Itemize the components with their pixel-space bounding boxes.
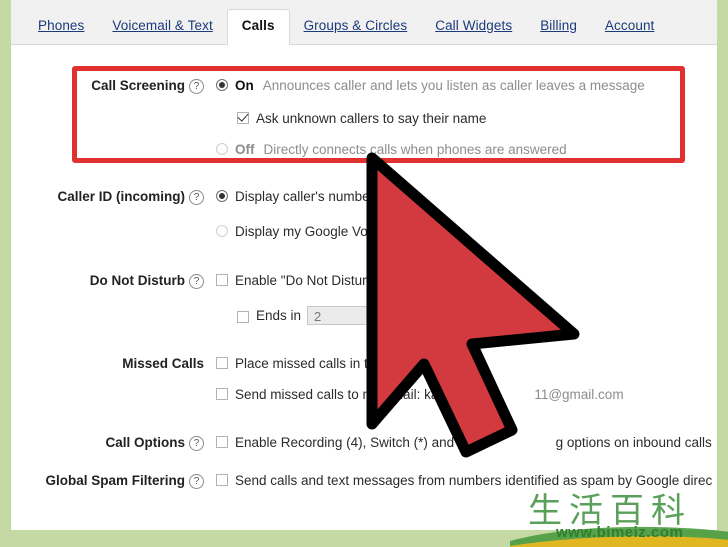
row-dnd-ends-in: Ends in 2: [11, 306, 717, 325]
label-call-options: Call Options?: [11, 434, 216, 451]
checkbox-ask-unknown-callers[interactable]: [237, 112, 249, 124]
ctrl-do-not-disturb: Enable "Do Not Disturb": [216, 272, 717, 289]
label-call-screening-text: Call Screening: [91, 78, 185, 93]
ctrl-dnd-ends-in: Ends in 2: [216, 306, 717, 325]
ctrl-call-options: Enable Recording (4), Switch (*) and C g…: [216, 434, 717, 451]
label-call-options-text: Call Options: [105, 435, 185, 450]
checkbox-enable-dnd[interactable]: [216, 274, 228, 286]
row-call-screening: Call Screening? On Announces caller and …: [11, 77, 717, 94]
ctrl-missed-calls-email: Send missed calls to my email: ka 11@gma…: [216, 386, 717, 403]
calls-settings-form: Call Screening? On Announces caller and …: [11, 45, 717, 530]
option-caller-id-number[interactable]: Display caller's number: [216, 188, 717, 205]
option-dnd-ends-in-label: Ends in: [256, 308, 302, 323]
checkbox-place-missed-inbox[interactable]: [216, 357, 228, 369]
ctrl-screening-off: Off Directly connects calls when phones …: [216, 141, 717, 158]
option-enable-dnd[interactable]: Enable "Do Not Disturb": [216, 272, 717, 289]
row-missed-calls-email: Send missed calls to my email: ka 11@gma…: [11, 386, 717, 403]
option-screening-off[interactable]: Off Directly connects calls when phones …: [216, 141, 717, 158]
help-icon-caller-id[interactable]: ?: [189, 190, 204, 205]
option-enable-recording-label-tail: g options on inbound calls: [555, 435, 712, 450]
option-screening-off-label: Off: [235, 142, 255, 157]
option-screening-on-label: On: [235, 78, 254, 93]
row-caller-id-gv: Display my Google Voice number: [11, 223, 717, 240]
option-screening-on-desc: Announces caller and lets you listen as …: [262, 78, 645, 93]
row-do-not-disturb: Do Not Disturb? Enable "Do Not Disturb": [11, 272, 717, 289]
option-send-missed-email-address: 11@gmail.com: [534, 387, 624, 402]
tab-voicemail-text[interactable]: Voicemail & Text: [98, 18, 226, 45]
option-screening-off-desc: Directly connects calls when phones are …: [263, 142, 567, 157]
tab-phones[interactable]: Phones: [24, 18, 98, 45]
radio-caller-id-gv[interactable]: [216, 225, 228, 237]
settings-tab-bar: Phones Voicemail & Text Calls Groups & C…: [11, 0, 717, 46]
option-ask-unknown-callers-label: Ask unknown callers to say their name: [256, 111, 487, 126]
label-call-screening: Call Screening?: [11, 77, 216, 94]
option-caller-id-gv-label: Display my Google Voice number: [235, 224, 435, 239]
tab-account[interactable]: Account: [591, 18, 668, 45]
label-global-spam-filtering: Global Spam Filtering?: [11, 472, 216, 489]
label-missed-calls-text: Missed Calls: [122, 356, 204, 371]
label-global-spam-filtering-text: Global Spam Filtering: [45, 473, 185, 488]
help-icon-call-screening[interactable]: ?: [189, 79, 204, 94]
screenshot-root: Phones Voicemail & Text Calls Groups & C…: [0, 0, 728, 547]
row-caller-id: Caller ID (incoming)? Display caller's n…: [11, 188, 717, 205]
ctrl-global-spam-filtering: Send calls and text messages from number…: [216, 472, 717, 489]
option-send-missed-email-label: Send missed calls to my email: ka: [235, 387, 439, 402]
ctrl-caller-id: Display caller's number: [216, 188, 717, 205]
option-enable-dnd-label: Enable "Do Not Disturb": [235, 273, 379, 288]
option-caller-id-gv[interactable]: Display my Google Voice number: [216, 223, 717, 240]
label-caller-id-text: Caller ID (incoming): [57, 189, 185, 204]
input-dnd-ends-in-hours[interactable]: 2: [307, 306, 372, 325]
radio-screening-on[interactable]: [216, 79, 228, 91]
radio-screening-off[interactable]: [216, 143, 228, 155]
help-icon-call-options[interactable]: ?: [189, 436, 204, 451]
row-ask-unknown-callers: Ask unknown callers to say their name: [11, 110, 717, 127]
option-dnd-ends-in[interactable]: Ends in 2: [216, 306, 717, 325]
label-missed-calls: Missed Calls: [11, 355, 216, 372]
option-place-missed-inbox-label: Place missed calls in the inbox: [235, 356, 419, 371]
option-send-missed-email[interactable]: Send missed calls to my email: ka 11@gma…: [216, 386, 717, 403]
checkbox-dnd-ends-in[interactable]: [237, 310, 249, 323]
label-do-not-disturb: Do Not Disturb?: [11, 272, 216, 289]
ctrl-missed-calls: Place missed calls in the inbox: [216, 355, 717, 372]
help-icon-global-spam-filtering[interactable]: ?: [189, 474, 204, 489]
ctrl-caller-id-gv: Display my Google Voice number: [216, 223, 717, 240]
tab-billing[interactable]: Billing: [526, 18, 591, 45]
option-place-missed-inbox[interactable]: Place missed calls in the inbox: [216, 355, 717, 372]
checkbox-enable-recording[interactable]: [216, 436, 228, 448]
label-caller-id: Caller ID (incoming)?: [11, 188, 216, 205]
checkbox-global-spam[interactable]: [216, 474, 228, 486]
option-ask-unknown-callers[interactable]: Ask unknown callers to say their name: [216, 110, 717, 127]
ctrl-call-screening: On Announces caller and lets you listen …: [216, 77, 717, 94]
tab-list: Phones Voicemail & Text Calls Groups & C…: [11, 0, 668, 46]
radio-caller-id-number[interactable]: [216, 190, 228, 202]
option-enable-recording[interactable]: Enable Recording (4), Switch (*) and C g…: [216, 434, 717, 451]
row-call-options: Call Options? Enable Recording (4), Swit…: [11, 434, 717, 451]
option-global-spam[interactable]: Send calls and text messages from number…: [216, 472, 717, 489]
checkbox-send-missed-email[interactable]: [216, 388, 228, 400]
option-caller-id-number-label: Display caller's number: [235, 189, 375, 204]
ctrl-ask-unknown-callers: Ask unknown callers to say their name: [216, 110, 717, 127]
option-screening-on[interactable]: On Announces caller and lets you listen …: [216, 77, 717, 94]
tab-groups-circles[interactable]: Groups & Circles: [290, 18, 422, 45]
option-enable-recording-label: Enable Recording (4), Switch (*) and C: [235, 435, 468, 450]
option-global-spam-label: Send calls and text messages from number…: [235, 473, 713, 488]
help-icon-do-not-disturb[interactable]: ?: [189, 274, 204, 289]
tab-calls[interactable]: Calls: [226, 9, 290, 46]
label-do-not-disturb-text: Do Not Disturb: [89, 273, 185, 288]
tab-call-widgets[interactable]: Call Widgets: [421, 18, 526, 45]
row-missed-calls: Missed Calls Place missed calls in the i…: [11, 355, 717, 372]
row-screening-off: Off Directly connects calls when phones …: [11, 141, 717, 158]
row-global-spam-filtering: Global Spam Filtering? Send calls and te…: [11, 472, 717, 489]
